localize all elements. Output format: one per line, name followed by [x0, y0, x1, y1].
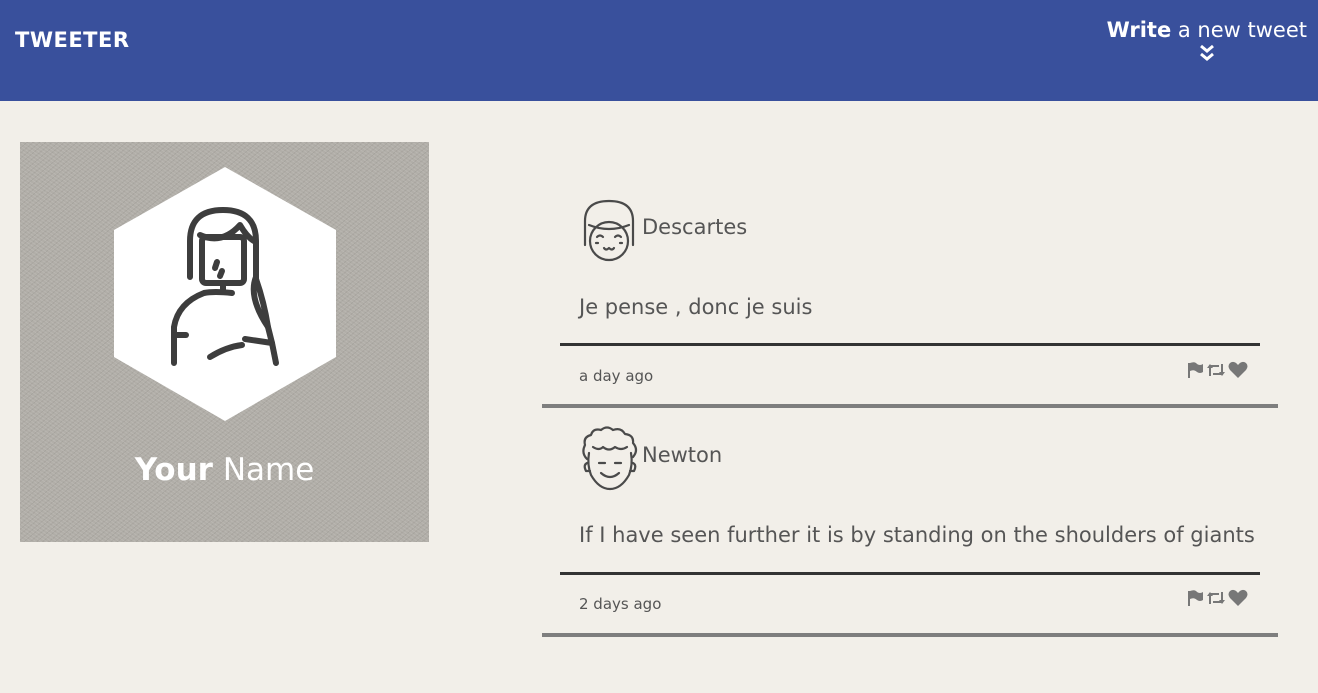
tweet-text: If I have seen further it is by standing… [579, 523, 1255, 547]
profile-name-rest: Name [212, 452, 315, 488]
tweet-card: Newton If I have seen further it is by s… [542, 425, 1278, 637]
navbar: TWEETER Write a new tweet [0, 0, 1318, 101]
tweet-actions [1186, 361, 1248, 379]
curly-hair-avatar-icon [582, 426, 638, 491]
tweet-author: Newton [642, 443, 723, 467]
profile-avatar [114, 167, 336, 421]
tweet-author: Descartes [642, 215, 748, 239]
retweet-icon[interactable] [1206, 361, 1226, 379]
profile-name-strong: Your [134, 452, 213, 488]
profile-name: Your Name [20, 452, 429, 488]
double-chevron-down-icon[interactable] [1199, 44, 1215, 62]
flag-icon[interactable] [1186, 589, 1204, 607]
tweet-card: Descartes Je pense , donc je suis a day … [542, 197, 1278, 408]
heart-icon[interactable] [1228, 361, 1248, 379]
tweet-divider [560, 343, 1260, 346]
tweet-actions [1186, 589, 1248, 607]
compose-label-rest: a new tweet [1171, 18, 1307, 42]
brand-logo[interactable]: TWEETER [15, 28, 130, 52]
tweet-timestamp: a day ago [579, 367, 654, 385]
compose-label: Write a new tweet [1107, 16, 1307, 44]
retweet-icon[interactable] [1206, 589, 1226, 607]
tweet-timestamp: 2 days ago [579, 595, 662, 613]
heart-icon[interactable] [1228, 589, 1248, 607]
tweet-divider [560, 572, 1260, 575]
flag-icon[interactable] [1186, 361, 1204, 379]
compose-tweet-toggle[interactable]: Write a new tweet [1107, 16, 1307, 62]
profile-card: Your Name [20, 142, 429, 542]
tweet-text: Je pense , donc je suis [579, 295, 813, 319]
compose-label-strong: Write [1106, 18, 1172, 42]
girl-face-avatar-icon [583, 199, 635, 262]
